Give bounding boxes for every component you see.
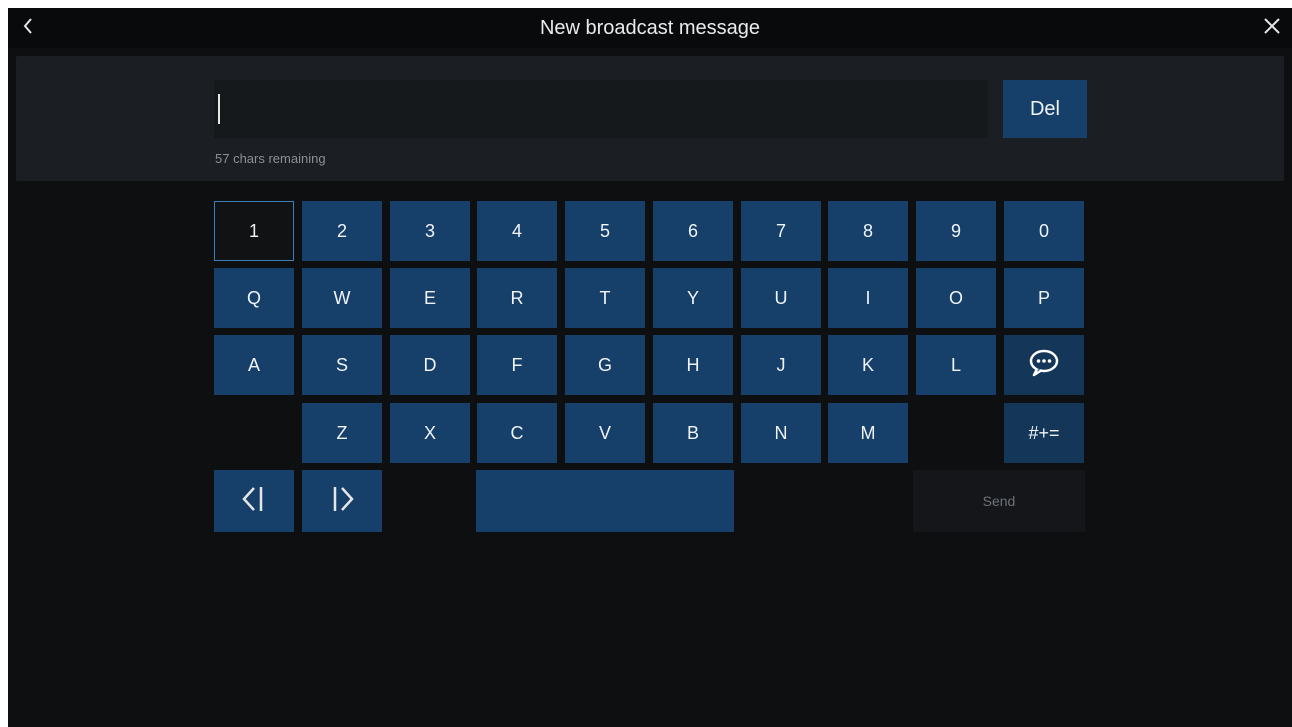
key-9[interactable]: 9 [916,201,996,261]
key-z[interactable]: Z [302,403,382,463]
key-p[interactable]: P [1004,268,1084,328]
key-0[interactable]: 0 [1004,201,1084,261]
key-h[interactable]: H [653,335,733,395]
key-w[interactable]: W [302,268,382,328]
key-x[interactable]: X [390,403,470,463]
send-button[interactable]: Send [913,470,1085,532]
key-m[interactable]: M [828,403,908,463]
key-6[interactable]: 6 [653,201,733,261]
cursor-right-icon [325,484,359,519]
screen: New broadcast message Del 57 chars remai… [8,8,1292,727]
speech-bubble-icon [1027,348,1061,383]
key-f[interactable]: F [477,335,557,395]
key-2[interactable]: 2 [302,201,382,261]
key-t[interactable]: T [565,268,645,328]
chars-remaining-counter: 57 chars remaining [215,151,326,166]
key-d[interactable]: D [390,335,470,395]
key-u[interactable]: U [741,268,821,328]
cursor-right-button[interactable] [302,470,382,532]
key-k[interactable]: K [828,335,908,395]
key-l[interactable]: L [916,335,996,395]
message-text-field[interactable] [214,80,988,138]
key-3[interactable]: 3 [390,201,470,261]
key-v[interactable]: V [565,403,645,463]
key-e[interactable]: E [390,268,470,328]
key-g[interactable]: G [565,335,645,395]
key-s[interactable]: S [302,335,382,395]
message-input-panel: Del 57 chars remaining [16,56,1284,181]
key-i[interactable]: I [828,268,908,328]
key-q[interactable]: Q [214,268,294,328]
key-4[interactable]: 4 [477,201,557,261]
title-bar: New broadcast message [8,8,1292,48]
key-b[interactable]: B [653,403,733,463]
delete-button[interactable]: Del [1003,80,1087,138]
key-r[interactable]: R [477,268,557,328]
key-1[interactable]: 1 [214,201,294,261]
key-a[interactable]: A [214,335,294,395]
key-o[interactable]: O [916,268,996,328]
key-5[interactable]: 5 [565,201,645,261]
close-icon [1262,16,1282,41]
space-key[interactable] [476,470,734,532]
key-j[interactable]: J [741,335,821,395]
key-n[interactable]: N [741,403,821,463]
key-c[interactable]: C [477,403,557,463]
cursor-left-icon [237,484,271,519]
cursor-left-button[interactable] [214,470,294,532]
emoji-button[interactable] [1004,335,1084,395]
key-y[interactable]: Y [653,268,733,328]
key-8[interactable]: 8 [828,201,908,261]
text-caret [218,94,220,124]
key-7[interactable]: 7 [741,201,821,261]
close-button[interactable] [1252,8,1292,48]
symbols-button[interactable]: #+= [1004,403,1084,463]
page-title: New broadcast message [539,17,761,39]
